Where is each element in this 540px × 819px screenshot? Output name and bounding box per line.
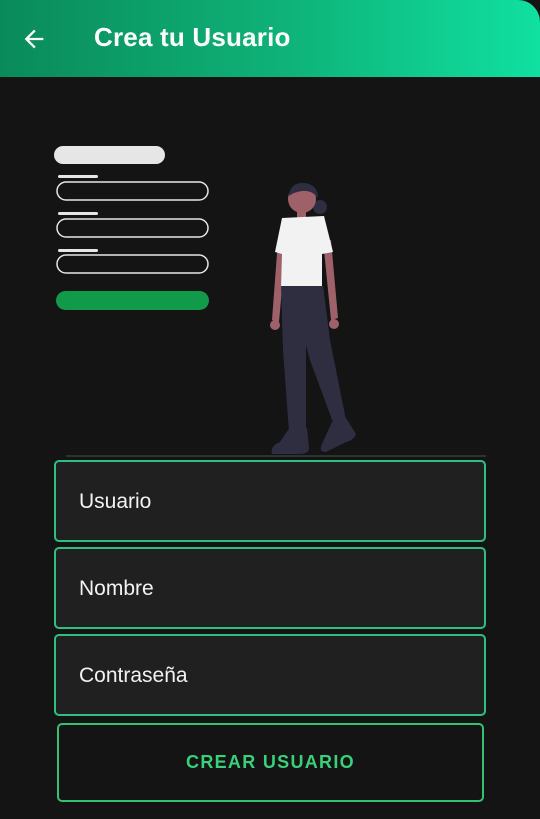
- page-title: Crea tu Usuario: [94, 22, 291, 52]
- create-user-button[interactable]: CREAR USUARIO: [57, 723, 484, 802]
- create-user-label: CREAR USUARIO: [186, 752, 355, 772]
- back-button[interactable]: [14, 19, 54, 59]
- arrow-left-icon: [24, 29, 44, 49]
- password-placeholder: Contraseña: [79, 664, 188, 687]
- username-placeholder: Usuario: [79, 490, 152, 513]
- app-bar: Crea tu Usuario: [0, 0, 540, 77]
- name-field[interactable]: Nombre: [54, 547, 486, 629]
- signup-illustration: [54, 146, 486, 457]
- password-field[interactable]: Contraseña: [54, 634, 486, 716]
- username-field[interactable]: Usuario: [54, 460, 486, 542]
- name-placeholder: Nombre: [79, 577, 154, 600]
